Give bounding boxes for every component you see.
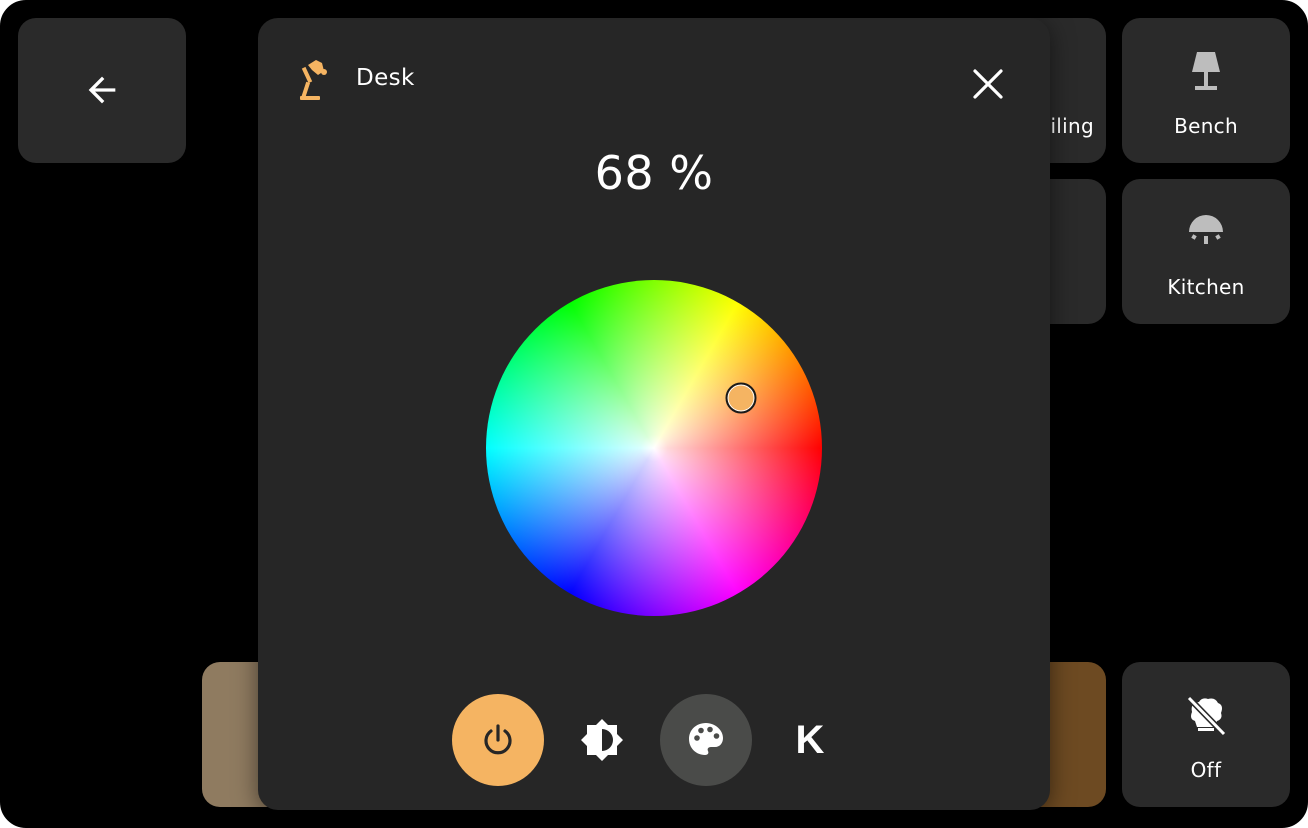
color-mode-button[interactable]	[660, 694, 752, 786]
power-button[interactable]	[452, 694, 544, 786]
brightness-mode-button[interactable]	[556, 694, 648, 786]
tile-off-label: Off	[1190, 758, 1222, 782]
screen: iling Bench Kitchen Off Desk 68 % K	[0, 0, 1308, 828]
tile-kitchen-label: Kitchen	[1167, 275, 1245, 299]
arrow-left-icon	[88, 76, 116, 104]
dialog-title: Desk	[356, 65, 415, 91]
color-wheel-container	[486, 280, 822, 616]
tile-bench-label: Bench	[1174, 114, 1238, 138]
tile-off[interactable]: Off	[1122, 662, 1290, 807]
floor-lamp-icon	[1192, 52, 1220, 90]
tile-bench[interactable]: Bench	[1122, 18, 1290, 163]
close-button[interactable]	[966, 62, 1010, 106]
light-dialog: Desk 68 % K	[258, 18, 1050, 810]
lights-off-icon	[1186, 695, 1227, 737]
color-wheel-handle[interactable]	[725, 382, 757, 414]
tile-kitchen[interactable]: Kitchen	[1122, 179, 1290, 324]
brightness-icon	[581, 719, 623, 761]
desk-lamp-icon	[300, 60, 327, 100]
color-wheel[interactable]	[486, 280, 822, 616]
temperature-k-label: K	[795, 717, 825, 762]
close-icon	[973, 69, 1003, 99]
brightness-readout: 68 %	[594, 146, 714, 200]
power-icon	[484, 724, 512, 755]
back-button[interactable]	[18, 18, 186, 163]
palette-icon	[689, 723, 723, 755]
tile-ceiling-label: iling	[1050, 114, 1094, 138]
ceiling-light-icon	[1189, 215, 1223, 244]
color-temperature-button[interactable]: K	[764, 694, 856, 786]
